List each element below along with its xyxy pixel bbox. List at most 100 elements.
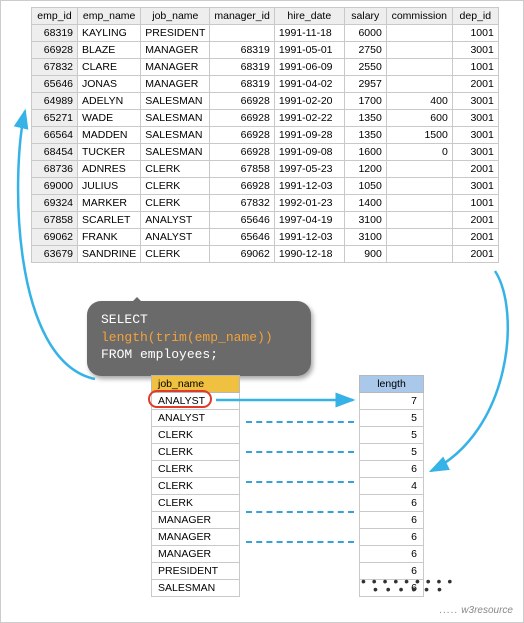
table-row: 68736ADNRESCLERK678581997-05-2312002001 (32, 161, 499, 178)
cell: SALESMAN (141, 110, 210, 127)
cell: ADNRES (78, 161, 141, 178)
table-row: 5 (360, 444, 424, 461)
cell: 5 (360, 427, 424, 444)
cell: 1991-09-08 (274, 144, 344, 161)
dash-connector (246, 481, 354, 483)
cell: SALESMAN (141, 93, 210, 110)
table-row: 67858SCARLETANALYST656461997-04-19310020… (32, 212, 499, 229)
cell: CLERK (141, 246, 210, 263)
cell: 63679 (32, 246, 78, 263)
cell: ANALYST (141, 229, 210, 246)
cell: CLERK (141, 178, 210, 195)
cell: 6 (360, 461, 424, 478)
table-row: 69062FRANKANALYST656461991-12-0331002001 (32, 229, 499, 246)
cell: 6 (360, 546, 424, 563)
cell: 67832 (32, 59, 78, 76)
table-row: CLERK (152, 495, 240, 512)
cell: 6 (360, 495, 424, 512)
cell: CLERK (152, 495, 240, 512)
cell: 65271 (32, 110, 78, 127)
cell: MANAGER (152, 546, 240, 563)
table-row: 6 (360, 495, 424, 512)
cell: 69000 (32, 178, 78, 195)
cell: 1001 (452, 59, 498, 76)
cell: 65646 (210, 229, 274, 246)
cell (386, 195, 452, 212)
cell: 66928 (210, 110, 274, 127)
cell: 1991-06-09 (274, 59, 344, 76)
cell: 2001 (452, 212, 498, 229)
cell: MADDEN (78, 127, 141, 144)
cell: 67858 (210, 161, 274, 178)
table-row: 6 (360, 563, 424, 580)
cell (386, 25, 452, 42)
cell (386, 59, 452, 76)
cell: 3001 (452, 42, 498, 59)
cell: 600 (386, 110, 452, 127)
sql-bubble: SELECT length(trim(emp_name)) FROM emplo… (87, 301, 311, 376)
cell: 66564 (32, 127, 78, 144)
cell: 5 (360, 410, 424, 427)
col-job-name: job_name (141, 8, 210, 25)
cell: KAYLING (78, 25, 141, 42)
cell: CLERK (152, 461, 240, 478)
cell: 65646 (32, 76, 78, 93)
sql-function: length(trim(emp_name)) (101, 330, 273, 345)
table-row: 6 (360, 512, 424, 529)
cell: CLERK (152, 478, 240, 495)
cell: MANAGER (152, 512, 240, 529)
cell: 66928 (210, 144, 274, 161)
cell: ADELYN (78, 93, 141, 110)
table-row: ANALYST (152, 393, 240, 410)
cell: JONAS (78, 76, 141, 93)
length-table: length 755564666666 (359, 375, 424, 597)
cell: MARKER (78, 195, 141, 212)
table-row: 6 (360, 461, 424, 478)
cell: 3001 (452, 178, 498, 195)
cell: 1350 (344, 127, 386, 144)
cell (386, 212, 452, 229)
table-row: 6 (360, 529, 424, 546)
table-row: MANAGER (152, 512, 240, 529)
cell: 1600 (344, 144, 386, 161)
cell: 68319 (210, 76, 274, 93)
cell: 1991-02-22 (274, 110, 344, 127)
watermark-text: w3resource (461, 605, 513, 616)
table-row: 67832CLAREMANAGER683191991-06-0925501001 (32, 59, 499, 76)
dash-connector (246, 541, 354, 543)
cell: 67858 (32, 212, 78, 229)
cell: 1001 (452, 25, 498, 42)
cell (386, 246, 452, 263)
dash-connector (246, 421, 354, 423)
cell: SALESMAN (141, 144, 210, 161)
cell: CLERK (141, 195, 210, 212)
cell: 2957 (344, 76, 386, 93)
cell: JULIUS (78, 178, 141, 195)
cell: 1997-04-19 (274, 212, 344, 229)
cell: SANDRINE (78, 246, 141, 263)
cell: 1700 (344, 93, 386, 110)
cell: 6 (360, 563, 424, 580)
cell: 3100 (344, 212, 386, 229)
cell: 66928 (32, 42, 78, 59)
cell: ANALYST (152, 410, 240, 427)
cell: 2001 (452, 246, 498, 263)
cell (386, 178, 452, 195)
table-row: 6 (360, 546, 424, 563)
cell: 2001 (452, 229, 498, 246)
cell: MANAGER (152, 529, 240, 546)
cell: WADE (78, 110, 141, 127)
cell: 2550 (344, 59, 386, 76)
table-row: 4 (360, 478, 424, 495)
col-emp-id: emp_id (32, 8, 78, 25)
cell: MANAGER (141, 59, 210, 76)
table-row: CLERK (152, 461, 240, 478)
table-row: 65271WADESALESMAN669281991-02-2213506003… (32, 110, 499, 127)
job-name-header: job_name (152, 376, 240, 393)
cell: SALESMAN (152, 580, 240, 597)
cell: 1991-11-18 (274, 25, 344, 42)
cell: 1997-05-23 (274, 161, 344, 178)
table-row: 6 (360, 580, 424, 597)
cell: 68736 (32, 161, 78, 178)
table-row: 64989ADELYNSALESMAN669281991-02-20170040… (32, 93, 499, 110)
